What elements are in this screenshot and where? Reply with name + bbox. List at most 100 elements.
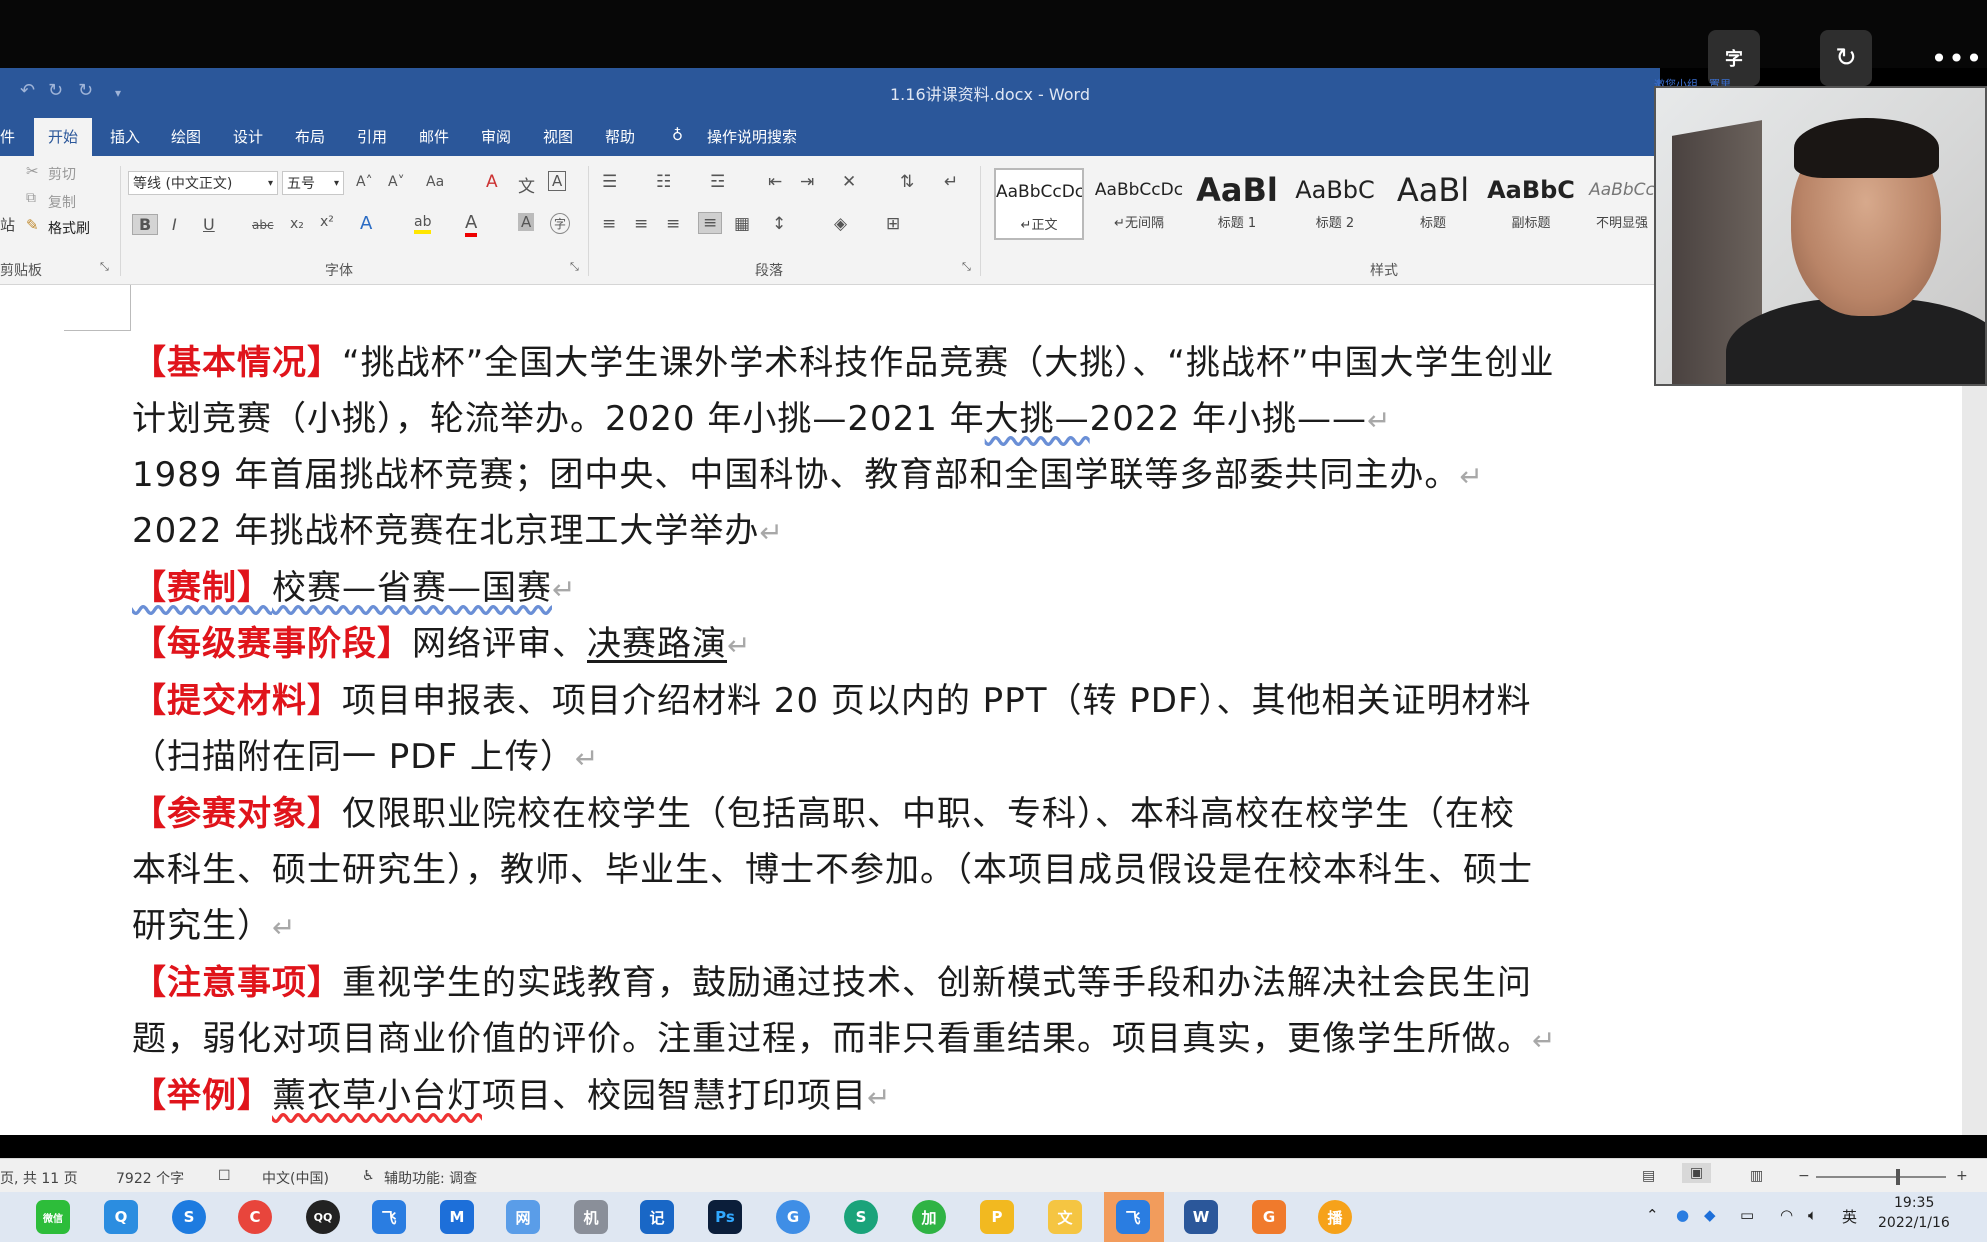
taskbar-app-7[interactable]: M — [440, 1200, 474, 1234]
tray-app-icon[interactable]: ● — [1676, 1206, 1689, 1224]
taskbar-feishu[interactable]: 飞 — [372, 1200, 406, 1234]
taskbar-app-2[interactable]: Q — [104, 1200, 138, 1234]
zoom-out-icon[interactable]: − — [1798, 1168, 1810, 1184]
undo-icon[interactable]: ↶ — [20, 80, 35, 101]
format-painter-button[interactable]: 格式刷 — [48, 218, 90, 238]
style-normal[interactable]: AaBbCcDc ↵正文 — [994, 168, 1084, 240]
tab-design[interactable]: 设计 — [233, 126, 263, 147]
accessibility-status[interactable]: 辅助功能: 调查 — [384, 1168, 477, 1188]
enclose-characters-icon[interactable]: 字 — [550, 213, 571, 234]
character-border-icon[interactable]: A — [548, 171, 567, 191]
tray-feishu-icon[interactable]: ◆ — [1704, 1206, 1716, 1224]
zoom-slider[interactable] — [1816, 1176, 1946, 1178]
taskbar-app-12[interactable]: G — [776, 1200, 810, 1234]
volume-icon[interactable]: 🔈︎ — [1808, 1206, 1817, 1224]
clock-time[interactable]: 19:35 — [1894, 1195, 1934, 1211]
cut-button[interactable]: 剪切 — [48, 164, 76, 184]
align-center-icon[interactable]: ≡ — [634, 214, 648, 234]
justify-icon[interactable]: ≡ — [698, 212, 723, 234]
tab-file[interactable]: 件 — [0, 126, 15, 147]
shrink-font-icon[interactable]: A˅ — [388, 174, 405, 190]
style-title[interactable]: AaBl 标题 — [1388, 168, 1478, 240]
taskbar-app-3[interactable]: S — [172, 1200, 206, 1234]
paste-button[interactable]: 站 — [0, 214, 15, 235]
numbering-icon[interactable]: ☷ — [656, 172, 671, 192]
phonetic-guide-icon[interactable]: 文 — [518, 172, 535, 197]
taskbar-app-10[interactable]: 记 — [640, 1200, 674, 1234]
decrease-indent-icon[interactable]: ⇤ — [768, 172, 782, 192]
taskbar-app-9[interactable]: 机 — [574, 1200, 608, 1234]
chinese-layout-icon[interactable]: ✕ — [842, 172, 856, 192]
clock-date[interactable]: 2022/1/16 — [1878, 1215, 1950, 1231]
show-marks-icon[interactable]: ↵ — [944, 172, 958, 192]
font-size-select[interactable]: 五号 ▾ — [282, 171, 344, 195]
tab-help[interactable]: 帮助 — [605, 126, 635, 147]
clear-formatting-icon[interactable]: A — [486, 172, 498, 192]
taskbar-app-8[interactable]: 网 — [506, 1200, 540, 1234]
input-method-indicator[interactable]: 英 — [1842, 1206, 1857, 1227]
more-options-button[interactable]: ••• — [1931, 30, 1983, 86]
clipboard-launcher-icon[interactable]: ⤡ — [100, 260, 109, 274]
tab-review[interactable]: 审阅 — [481, 126, 511, 147]
tab-draw[interactable]: 绘图 — [171, 126, 201, 147]
taskbar-word[interactable]: W — [1184, 1200, 1218, 1234]
taskbar-chrome[interactable]: C — [238, 1200, 272, 1234]
taskbar-qq[interactable]: QQ — [306, 1200, 340, 1234]
font-name-select[interactable]: 等线 (中文正文) ▾ — [128, 171, 278, 195]
borders-icon[interactable]: ⊞ — [886, 214, 900, 234]
highlight-icon[interactable]: ab — [414, 214, 432, 234]
distributed-icon[interactable]: ▦ — [734, 214, 750, 234]
vertical-scrollbar[interactable] — [1962, 285, 1987, 1135]
subscript-button[interactable]: x₂ — [290, 216, 304, 232]
taskbar-app-14[interactable]: 加 — [912, 1200, 946, 1234]
web-layout-icon[interactable]: ▥ — [1750, 1168, 1763, 1184]
print-layout-icon[interactable]: ▣ — [1682, 1163, 1712, 1183]
line-spacing-icon[interactable]: ↕ — [772, 214, 786, 234]
battery-icon[interactable]: ▭ — [1740, 1206, 1754, 1224]
style-subtitle[interactable]: AaBbC 副标题 — [1486, 168, 1576, 240]
style-heading-2[interactable]: AaBbC 标题 2 — [1290, 168, 1380, 240]
font-color-icon[interactable]: A — [465, 212, 478, 237]
style-heading-1[interactable]: AaBl 标题 1 — [1192, 168, 1282, 240]
redo-icon[interactable]: ↻ — [48, 80, 63, 101]
grow-font-icon[interactable]: A˄ — [356, 174, 373, 190]
taskbar-app-15[interactable]: P — [980, 1200, 1014, 1234]
zoom-slider-thumb[interactable] — [1896, 1169, 1900, 1185]
repeat-icon[interactable]: ↻ — [78, 80, 93, 101]
word-count[interactable]: 7922 个字 — [116, 1168, 184, 1188]
tab-mailings[interactable]: 邮件 — [419, 126, 449, 147]
tab-view[interactable]: 视图 — [543, 126, 573, 147]
align-right-icon[interactable]: ≡ — [666, 214, 680, 234]
taskbar-app-13[interactable]: S — [844, 1200, 878, 1234]
bullets-icon[interactable]: ☰ — [602, 172, 617, 192]
webcam-video[interactable] — [1654, 86, 1987, 386]
taskbar-file-explorer[interactable]: 文 — [1048, 1200, 1082, 1234]
change-case-icon[interactable]: Aa — [426, 174, 444, 190]
superscript-button[interactable]: x² — [320, 214, 334, 230]
italic-button[interactable]: I — [172, 215, 177, 234]
wifi-icon[interactable]: ◠ — [1780, 1206, 1793, 1224]
read-mode-icon[interactable]: ▤ — [1642, 1168, 1655, 1184]
copy-button[interactable]: 复制 — [48, 192, 76, 212]
tab-insert[interactable]: 插入 — [110, 126, 140, 147]
text-effects-icon[interactable]: A — [360, 213, 372, 234]
underline-button[interactable]: U — [203, 215, 215, 234]
increase-indent-icon[interactable]: ⇥ — [800, 172, 814, 192]
tab-home[interactable]: 开始 — [34, 118, 93, 156]
paragraph-launcher-icon[interactable]: ⤡ — [962, 260, 971, 274]
taskbar-app-20[interactable]: 播 — [1318, 1200, 1352, 1234]
rotate-button[interactable]: ↻ — [1820, 30, 1872, 86]
style-no-spacing[interactable]: AaBbCcDc ↵无间隔 — [1094, 168, 1184, 240]
page-count[interactable]: 页, 共 11 页 — [0, 1168, 78, 1188]
font-launcher-icon[interactable]: ⤡ — [570, 260, 579, 274]
zoom-in-icon[interactable]: + — [1956, 1168, 1968, 1184]
language-indicator[interactable]: 中文(中国) — [262, 1168, 329, 1188]
bold-button[interactable]: B — [132, 214, 159, 235]
proofing-icon[interactable]: ☐ — [218, 1168, 231, 1184]
taskbar-wechat[interactable]: 微信 — [36, 1200, 70, 1234]
taskbar-feishu-meeting[interactable]: 飞 — [1116, 1200, 1150, 1234]
taskbar-photoshop[interactable]: Ps — [708, 1200, 742, 1234]
sort-icon[interactable]: ⇅ — [900, 172, 914, 192]
tab-layout[interactable]: 布局 — [295, 126, 325, 147]
character-shading-icon[interactable]: A — [518, 213, 535, 231]
